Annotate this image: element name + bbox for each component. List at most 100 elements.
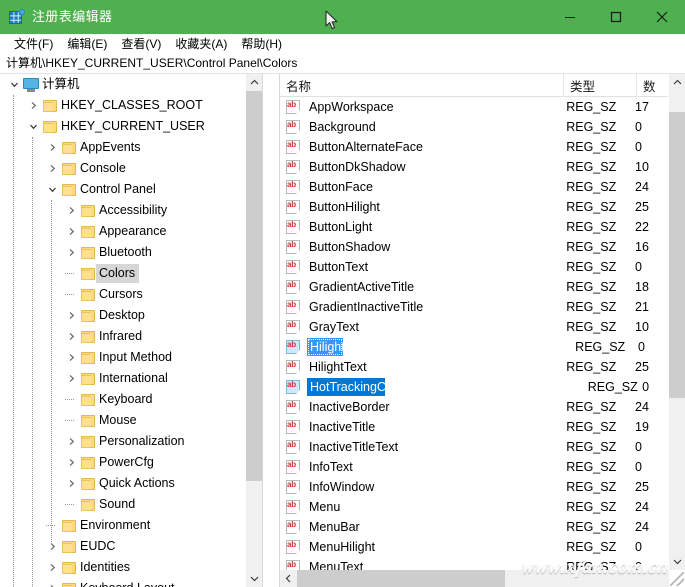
close-button[interactable] bbox=[639, 0, 685, 34]
list-item[interactable]: ab Hilight REG_SZ 0 bbox=[280, 337, 669, 357]
list-item[interactable]: ab MenuHilight REG_SZ 0 bbox=[280, 537, 669, 557]
list-scroll-left-icon[interactable] bbox=[280, 570, 297, 587]
list-item[interactable]: ab GradientInactiveTitle REG_SZ 21 bbox=[280, 297, 669, 317]
list-item[interactable]: ab InactiveTitleText REG_SZ 0 bbox=[280, 437, 669, 457]
column-header-data[interactable]: 数 bbox=[637, 74, 669, 97]
list-item[interactable]: ab InfoWindow REG_SZ 25 bbox=[280, 477, 669, 497]
column-header-type[interactable]: 类型 bbox=[564, 74, 637, 97]
chevron-right-icon[interactable] bbox=[63, 326, 79, 347]
list-item[interactable]: ab ButtonLight REG_SZ 22 bbox=[280, 217, 669, 237]
tree-node-environment[interactable]: Environment bbox=[0, 515, 262, 536]
tree-node-personalization[interactable]: Personalization bbox=[0, 431, 262, 452]
menu-view[interactable]: 查看(V) bbox=[114, 34, 168, 54]
tree-vertical-scrollbar[interactable] bbox=[245, 74, 263, 587]
tree-node-colors[interactable]: Colors bbox=[0, 263, 262, 284]
list-item[interactable]: ab ButtonFace REG_SZ 24 bbox=[280, 177, 669, 197]
maximize-button[interactable] bbox=[593, 0, 639, 34]
tree-node-keyboard[interactable]: Keyboard bbox=[0, 389, 262, 410]
tree-node-hkey-current-user[interactable]: HKEY_CURRENT_USER bbox=[0, 116, 262, 137]
tree-node-eudc[interactable]: EUDC bbox=[0, 536, 262, 557]
tree-node-console[interactable]: Console bbox=[0, 158, 262, 179]
list-item[interactable]: ab GrayText REG_SZ 10 bbox=[280, 317, 669, 337]
tree-node-control-panel[interactable]: Control Panel bbox=[0, 179, 262, 200]
list-item[interactable]: ab InactiveBorder REG_SZ 24 bbox=[280, 397, 669, 417]
list-item[interactable]: ab GradientActiveTitle REG_SZ 18 bbox=[280, 277, 669, 297]
list-horizontal-scrollbar[interactable] bbox=[280, 570, 669, 587]
list-item[interactable]: ab ButtonAlternateFace REG_SZ 0 bbox=[280, 137, 669, 157]
list-item[interactable]: ab InfoText REG_SZ 0 bbox=[280, 457, 669, 477]
title-bar[interactable]: 注册表编辑器 bbox=[0, 0, 685, 34]
chevron-right-icon[interactable] bbox=[25, 95, 41, 116]
list-item[interactable]: ab AppWorkspace REG_SZ 17 bbox=[280, 97, 669, 117]
list-item[interactable]: ab ButtonShadow REG_SZ 16 bbox=[280, 237, 669, 257]
tree-node-desktop[interactable]: Desktop bbox=[0, 305, 262, 326]
tree-node-[interactable]: 计算机 bbox=[0, 74, 262, 95]
tree-node-sound[interactable]: Sound bbox=[0, 494, 262, 515]
tree-node-international[interactable]: International bbox=[0, 368, 262, 389]
tree-node-appevents[interactable]: AppEvents bbox=[0, 137, 262, 158]
chevron-down-icon[interactable] bbox=[44, 179, 60, 200]
tree-scroll-down-icon[interactable] bbox=[246, 570, 263, 587]
tree-node-input-method[interactable]: Input Method bbox=[0, 347, 262, 368]
tree-node-cursors[interactable]: Cursors bbox=[0, 284, 262, 305]
chevron-right-icon[interactable] bbox=[63, 368, 79, 389]
chevron-right-icon[interactable] bbox=[63, 452, 79, 473]
tree-node-quick-actions[interactable]: Quick Actions bbox=[0, 473, 262, 494]
resize-grip[interactable] bbox=[670, 572, 684, 586]
registry-values-list[interactable]: ab AppWorkspace REG_SZ 17 ab Background REG_SZ… bbox=[280, 97, 669, 571]
chevron-right-icon[interactable] bbox=[63, 200, 79, 221]
tree-node-powercfg[interactable]: PowerCfg bbox=[0, 452, 262, 473]
list-item[interactable]: ab HotTrackingColor REG_SZ 0 bbox=[280, 377, 669, 397]
menu-favorites[interactable]: 收藏夹(A) bbox=[168, 34, 234, 54]
list-hscroll-thumb[interactable] bbox=[297, 570, 505, 587]
string-value-icon: ab bbox=[286, 120, 301, 134]
tree-node-appearance[interactable]: Appearance bbox=[0, 221, 262, 242]
chevron-right-icon[interactable] bbox=[63, 431, 79, 452]
list-vertical-scrollbar[interactable] bbox=[668, 74, 685, 570]
list-item[interactable]: ab MenuBar REG_SZ 24 bbox=[280, 517, 669, 537]
tree-guide-line bbox=[13, 95, 14, 587]
chevron-right-icon[interactable] bbox=[44, 158, 60, 179]
list-item[interactable]: ab Menu REG_SZ 24 bbox=[280, 497, 669, 517]
main-content: 计算机 HKEY_CLASSES_ROOT HKEY_CURRENT_USER App… bbox=[0, 74, 685, 587]
menu-help[interactable]: 帮助(H) bbox=[234, 34, 289, 54]
chevron-down-icon[interactable] bbox=[6, 74, 22, 95]
tree-node-bluetooth[interactable]: Bluetooth bbox=[0, 242, 262, 263]
address-path: 计算机\HKEY_CURRENT_USER\Control Panel\Colo… bbox=[6, 56, 298, 70]
list-item[interactable]: ab ButtonHilight REG_SZ 25 bbox=[280, 197, 669, 217]
chevron-right-icon[interactable] bbox=[44, 137, 60, 158]
tree-node-hkey-classes-root[interactable]: HKEY_CLASSES_ROOT bbox=[0, 95, 262, 116]
list-scroll-up-icon[interactable] bbox=[669, 74, 685, 91]
pane-splitter[interactable] bbox=[262, 74, 266, 587]
tree-node-accessibility[interactable]: Accessibility bbox=[0, 200, 262, 221]
tree-scroll-up-icon[interactable] bbox=[246, 74, 263, 91]
chevron-right-icon[interactable] bbox=[44, 578, 60, 587]
chevron-down-icon[interactable] bbox=[25, 116, 41, 137]
chevron-right-icon[interactable] bbox=[44, 557, 60, 578]
list-scroll-thumb[interactable] bbox=[669, 112, 685, 398]
chevron-right-icon[interactable] bbox=[63, 305, 79, 326]
list-item[interactable]: ab ButtonDkShadow REG_SZ 10 bbox=[280, 157, 669, 177]
minimize-button[interactable] bbox=[547, 0, 593, 34]
list-item[interactable]: ab MenuText REG_SZ 0 bbox=[280, 557, 669, 571]
tree-node-infrared[interactable]: Infrared bbox=[0, 326, 262, 347]
chevron-right-icon[interactable] bbox=[63, 221, 79, 242]
chevron-right-icon[interactable] bbox=[63, 347, 79, 368]
menu-edit[interactable]: 编辑(E) bbox=[60, 34, 114, 54]
tree-node-identities[interactable]: Identities bbox=[0, 557, 262, 578]
list-item[interactable]: ab Background REG_SZ 0 bbox=[280, 117, 669, 137]
list-item[interactable]: ab HilightText REG_SZ 25 bbox=[280, 357, 669, 377]
chevron-right-icon[interactable] bbox=[44, 536, 60, 557]
list-scroll-down-icon[interactable] bbox=[669, 553, 685, 570]
registry-tree[interactable]: 计算机 HKEY_CLASSES_ROOT HKEY_CURRENT_USER App… bbox=[0, 74, 262, 587]
list-item[interactable]: ab InactiveTitle REG_SZ 19 bbox=[280, 417, 669, 437]
address-bar[interactable]: 计算机\HKEY_CURRENT_USER\Control Panel\Colo… bbox=[0, 54, 685, 74]
list-item[interactable]: ab ButtonText REG_SZ 0 bbox=[280, 257, 669, 277]
chevron-right-icon[interactable] bbox=[63, 473, 79, 494]
chevron-right-icon[interactable] bbox=[63, 242, 79, 263]
tree-scroll-thumb[interactable] bbox=[246, 91, 263, 481]
tree-node-keyboard-layout[interactable]: Keyboard Layout bbox=[0, 578, 262, 587]
column-header-name[interactable]: 名称 bbox=[280, 74, 564, 97]
menu-file[interactable]: 文件(F) bbox=[7, 34, 60, 54]
tree-node-mouse[interactable]: Mouse bbox=[0, 410, 262, 431]
